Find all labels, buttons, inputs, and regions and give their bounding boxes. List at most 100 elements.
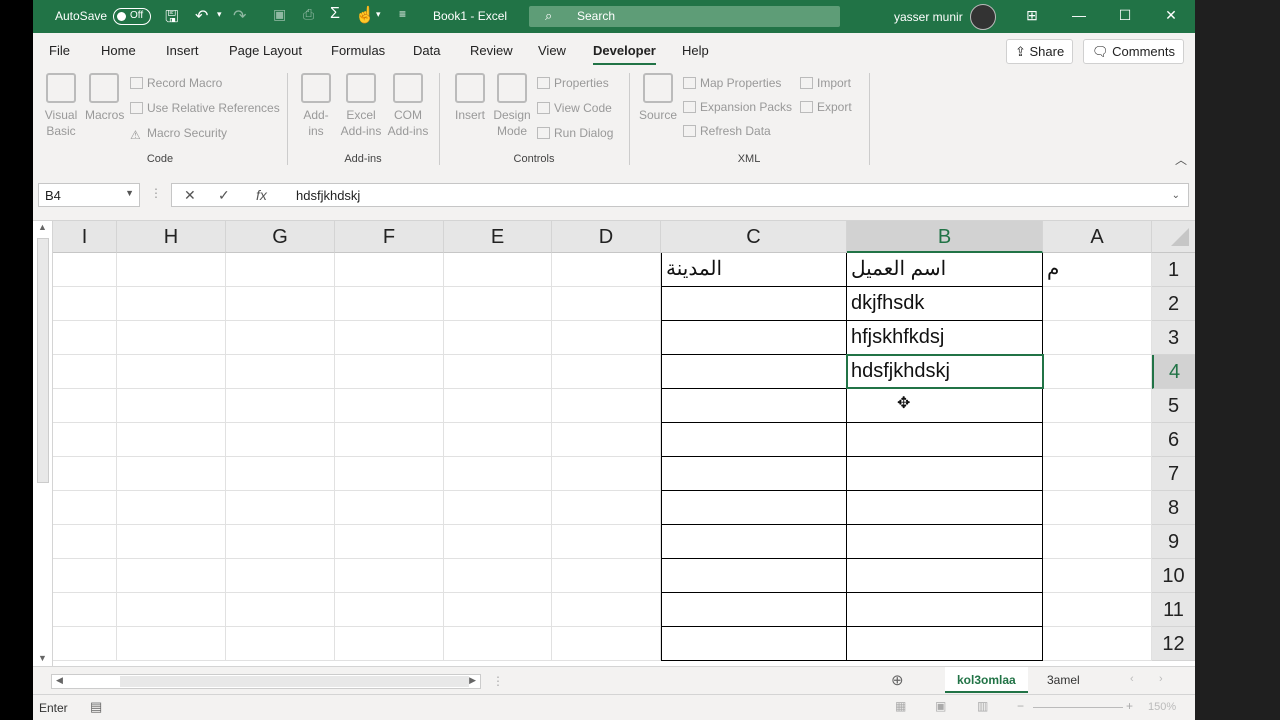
cell-C10[interactable] — [661, 559, 847, 593]
cell-G6[interactable] — [226, 423, 335, 457]
column-header-D[interactable]: D — [552, 221, 661, 253]
cell-C7[interactable] — [661, 457, 847, 491]
cell-C3[interactable] — [661, 321, 847, 355]
tab-data[interactable]: Data — [413, 43, 440, 58]
cell-I6[interactable] — [53, 423, 117, 457]
prev-sheet-icon[interactable]: ‹ — [1130, 673, 1134, 685]
user-name[interactable]: yasser munir — [894, 10, 963, 24]
cell-A2[interactable] — [1043, 287, 1152, 321]
cell-G3[interactable] — [226, 321, 335, 355]
view-code-button[interactable]: View Code — [537, 101, 612, 115]
autosave-toggle[interactable]: Off — [113, 8, 151, 25]
undo-dropdown-icon[interactable]: ▾ — [217, 9, 222, 20]
hscroll-thumb[interactable] — [120, 676, 469, 687]
cell-H8[interactable] — [117, 491, 226, 525]
cell-A9[interactable] — [1043, 525, 1152, 559]
cell-E3[interactable] — [444, 321, 552, 355]
cell-H9[interactable] — [117, 525, 226, 559]
tab-insert[interactable]: Insert — [166, 43, 199, 58]
cell-A5[interactable] — [1043, 389, 1152, 423]
cell-G1[interactable] — [226, 253, 335, 287]
formula-input-area[interactable]: ✕ ✓ fx hdsfjkhdskj ⌄ — [171, 183, 1189, 207]
com-addins-button[interactable]: COM Add-ins — [385, 73, 431, 139]
cell-F4[interactable] — [335, 355, 444, 389]
column-header-A[interactable]: A — [1043, 221, 1152, 253]
cell-I8[interactable] — [53, 491, 117, 525]
cell-A4[interactable] — [1043, 355, 1152, 389]
cell-F11[interactable] — [335, 593, 444, 627]
scroll-thumb[interactable] — [37, 238, 49, 483]
cell-B6[interactable] — [847, 423, 1043, 457]
cell-G7[interactable] — [226, 457, 335, 491]
scroll-down-icon[interactable]: ▼ — [38, 653, 47, 663]
cell-H12[interactable] — [117, 627, 226, 661]
touch-mode-icon[interactable]: ☝ — [355, 5, 375, 25]
excel-addins-button[interactable]: Excel Add-ins — [339, 73, 383, 139]
cell-D2[interactable] — [552, 287, 661, 321]
cell-D3[interactable] — [552, 321, 661, 355]
cell-E12[interactable] — [444, 627, 552, 661]
share-button[interactable]: ⇪ Share — [1006, 39, 1074, 64]
row-header-6[interactable]: 6 — [1152, 423, 1195, 457]
row-header-2[interactable]: 2 — [1152, 287, 1195, 321]
undo-icon[interactable]: ↶ — [195, 6, 208, 26]
cell-F10[interactable] — [335, 559, 444, 593]
cell-A11[interactable] — [1043, 593, 1152, 627]
collapse-ribbon-icon[interactable]: ︿ — [1175, 151, 1187, 168]
column-header-I[interactable]: I — [53, 221, 117, 253]
cell-C6[interactable] — [661, 423, 847, 457]
cell-B12[interactable] — [847, 627, 1043, 661]
cell-F5[interactable] — [335, 389, 444, 423]
cell-H10[interactable] — [117, 559, 226, 593]
cell-H1[interactable] — [117, 253, 226, 287]
cell-H5[interactable] — [117, 389, 226, 423]
cell-A6[interactable] — [1043, 423, 1152, 457]
insert-function-icon[interactable]: fx — [256, 187, 267, 203]
cell-E6[interactable] — [444, 423, 552, 457]
tab-home[interactable]: Home — [101, 43, 136, 58]
cell-H4[interactable] — [117, 355, 226, 389]
cell-D5[interactable] — [552, 389, 661, 423]
cell-I10[interactable] — [53, 559, 117, 593]
cell-D1[interactable] — [552, 253, 661, 287]
cell-E4[interactable] — [444, 355, 552, 389]
row-header-11[interactable]: 11 — [1152, 593, 1195, 627]
normal-view-icon[interactable]: ▦ — [895, 699, 906, 713]
import-button[interactable]: Import — [800, 76, 851, 90]
row-header-8[interactable]: 8 — [1152, 491, 1195, 525]
cell-C11[interactable] — [661, 593, 847, 627]
select-all-button[interactable] — [1152, 221, 1195, 253]
cell-D12[interactable] — [552, 627, 661, 661]
macros-button[interactable]: Macros — [85, 73, 124, 123]
row-header-7[interactable]: 7 — [1152, 457, 1195, 491]
scroll-left-icon[interactable]: ◀ — [56, 675, 63, 686]
customize-qat-icon[interactable]: ≡ — [399, 7, 406, 21]
form-icon[interactable]: ▣ — [273, 6, 286, 23]
chevron-down-icon[interactable]: ▼ — [125, 188, 134, 198]
cell-F7[interactable] — [335, 457, 444, 491]
cell-H3[interactable] — [117, 321, 226, 355]
avatar[interactable] — [970, 4, 996, 30]
cell-G8[interactable] — [226, 491, 335, 525]
cell-B5[interactable] — [847, 389, 1043, 423]
cell-C12[interactable] — [661, 627, 847, 661]
cell-C4[interactable] — [661, 355, 847, 389]
cell-I4[interactable] — [53, 355, 117, 389]
row-header-10[interactable]: 10 — [1152, 559, 1195, 593]
cell-D9[interactable] — [552, 525, 661, 559]
column-header-E[interactable]: E — [444, 221, 552, 253]
save-icon[interactable]: 🖫 — [165, 6, 179, 33]
column-header-C[interactable]: C — [661, 221, 847, 253]
next-sheet-icon[interactable]: › — [1159, 673, 1163, 685]
tab-view[interactable]: View — [538, 43, 566, 58]
cancel-icon[interactable]: ✕ — [184, 187, 196, 204]
cell-B7[interactable] — [847, 457, 1043, 491]
cell-F2[interactable] — [335, 287, 444, 321]
cell-C8[interactable] — [661, 491, 847, 525]
cell-I5[interactable] — [53, 389, 117, 423]
cell-A12[interactable] — [1043, 627, 1152, 661]
row-header-9[interactable]: 9 — [1152, 525, 1195, 559]
cell-B8[interactable] — [847, 491, 1043, 525]
scroll-right-icon[interactable]: ▶ — [469, 675, 476, 686]
cell-F8[interactable] — [335, 491, 444, 525]
